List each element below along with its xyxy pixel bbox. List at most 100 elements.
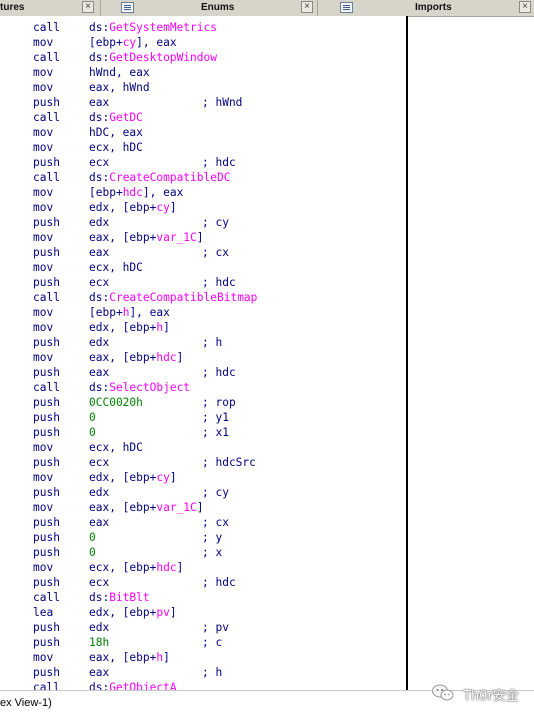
asm-operand: hWnd, eax xyxy=(89,65,150,80)
close-icon[interactable]: × xyxy=(301,1,313,13)
asm-operand: ds:GetDesktopWindow xyxy=(89,50,217,65)
asm-symbol[interactable]: SelectObject xyxy=(109,381,190,394)
asm-mnemonic: call xyxy=(33,21,60,34)
asm-operand-text: ds: xyxy=(89,681,110,690)
asm-operand: 0 xyxy=(89,530,96,545)
asm-mnemonic: mov xyxy=(33,81,54,94)
asm-comment: ; c xyxy=(202,636,223,649)
asm-mnemonic: mov xyxy=(33,186,54,199)
asm-operand: ds:CreateCompatibleBitmap xyxy=(89,290,257,305)
asm-comment: ; x xyxy=(202,546,223,559)
asm-operand: eax, [ebp+hdc] xyxy=(89,350,183,365)
asm-operand-text: edx xyxy=(89,216,110,229)
asm-operand-text: ecx xyxy=(89,156,110,169)
close-icon[interactable]: × xyxy=(519,1,531,13)
asm-mnemonic: push xyxy=(33,576,60,589)
asm-operand: ecx, hDC xyxy=(89,440,143,455)
asm-symbol[interactable]: hdc xyxy=(156,351,176,364)
asm-operand: eax, hWnd xyxy=(89,80,150,95)
asm-operand: ecx xyxy=(89,455,109,470)
asm-immediate: 18h xyxy=(89,636,110,649)
tab-imports-label: Imports xyxy=(415,2,452,13)
asm-operand: edx, [ebp+pv] xyxy=(89,605,177,620)
asm-mnemonic: call xyxy=(33,291,60,304)
asm-operand-text: ] xyxy=(163,651,170,664)
asm-symbol[interactable]: cy xyxy=(156,471,169,484)
asm-mnemonic: mov xyxy=(33,261,54,274)
asm-operand: eax xyxy=(89,365,109,380)
asm-symbol[interactable]: GetSystemMetrics xyxy=(109,21,217,34)
asm-immediate: 0 xyxy=(89,531,96,544)
asm-operand: ecx, [ebp+hdc] xyxy=(89,560,183,575)
asm-operand-text: ecx xyxy=(89,576,110,589)
asm-operand-text: [ebp+ xyxy=(89,36,123,49)
asm-symbol[interactable]: cy xyxy=(123,36,136,49)
pane-border xyxy=(406,16,408,690)
asm-operand: edx xyxy=(89,215,109,230)
asm-operand-text: edx, [ebp+ xyxy=(89,321,157,334)
asm-mnemonic: push xyxy=(33,636,60,649)
asm-comment: ; rop xyxy=(202,396,236,409)
asm-mnemonic: push xyxy=(33,426,60,439)
asm-mnemonic: mov xyxy=(33,561,54,574)
asm-operand: [ebp+hdc], eax xyxy=(89,185,183,200)
asm-symbol[interactable]: hdc xyxy=(156,561,176,574)
tab-enums[interactable]: Enums × xyxy=(101,0,317,16)
asm-mnemonic: push xyxy=(33,456,60,469)
asm-operand: ds:GetSystemMetrics xyxy=(89,20,217,35)
asm-symbol[interactable]: GetObjectA xyxy=(109,681,176,690)
asm-operand: ecx xyxy=(89,575,109,590)
asm-operand-text: ecx, hDC xyxy=(89,441,143,454)
asm-operand: eax xyxy=(89,515,109,530)
asm-symbol[interactable]: GetDesktopWindow xyxy=(109,51,217,64)
asm-operand-text: ], eax xyxy=(129,306,170,319)
asm-comment: ; h xyxy=(202,336,223,349)
asm-comment: ; cx xyxy=(202,516,229,529)
asm-operand: ds:BitBlt xyxy=(89,590,150,605)
asm-symbol[interactable]: var_1C xyxy=(156,231,196,244)
asm-symbol[interactable]: GetDC xyxy=(109,111,143,124)
asm-operand-text: eax, [ebp+ xyxy=(89,351,157,364)
asm-symbol[interactable]: BitBlt xyxy=(109,591,149,604)
asm-mnemonic: call xyxy=(33,51,60,64)
asm-operand-text: ds: xyxy=(89,51,110,64)
asm-operand-text: ecx, [ebp+ xyxy=(89,561,157,574)
asm-mnemonic: mov xyxy=(33,66,54,79)
asm-immediate: 0 xyxy=(89,426,96,439)
asm-operand: 0CC0020h xyxy=(89,395,143,410)
asm-operand: ds:CreateCompatibleDC xyxy=(89,170,230,185)
asm-operand-text: eax, [ebp+ xyxy=(89,231,157,244)
asm-mnemonic: mov xyxy=(33,141,54,154)
asm-mnemonic: mov xyxy=(33,321,54,334)
asm-symbol[interactable]: var_1C xyxy=(156,501,196,514)
asm-operand-text: ecx, hDC xyxy=(89,141,143,154)
asm-operand-text: ds: xyxy=(89,381,110,394)
asm-symbol[interactable]: pv xyxy=(156,606,169,619)
asm-operand-text: eax xyxy=(89,516,110,529)
asm-symbol[interactable]: CreateCompatibleDC xyxy=(109,171,230,184)
asm-operand-text: ecx xyxy=(89,276,110,289)
asm-mnemonic: push xyxy=(33,336,60,349)
asm-mnemonic: mov xyxy=(33,306,54,319)
asm-symbol[interactable]: cy xyxy=(156,201,169,214)
asm-operand: eax xyxy=(89,95,109,110)
close-icon[interactable]: × xyxy=(82,1,94,13)
asm-operand: ds:GetObjectA xyxy=(89,680,177,690)
asm-operand-text: [ebp+ xyxy=(89,186,123,199)
asm-comment: ; y1 xyxy=(202,411,229,424)
asm-operand-text: ecx xyxy=(89,456,110,469)
asm-operand: edx xyxy=(89,485,109,500)
asm-symbol[interactable]: CreateCompatibleBitmap xyxy=(109,291,257,304)
asm-operand: eax, [ebp+var_1C] xyxy=(89,500,204,515)
asm-comment: ; cy xyxy=(202,216,229,229)
asm-operand: edx, [ebp+h] xyxy=(89,320,170,335)
asm-mnemonic: push xyxy=(33,486,60,499)
asm-operand-text: ds: xyxy=(89,291,110,304)
asm-symbol[interactable]: hdc xyxy=(123,186,143,199)
asm-operand-text: eax xyxy=(89,366,110,379)
tab-structures[interactable]: tures × xyxy=(0,0,100,16)
disassembly-view[interactable]: call ds:GetSystemMetrics mov [ebp+cy], eax c… xyxy=(30,16,408,690)
tab-imports[interactable]: Imports × xyxy=(318,0,534,16)
asm-operand-text: ecx, hDC xyxy=(89,261,143,274)
asm-mnemonic: mov xyxy=(33,651,54,664)
